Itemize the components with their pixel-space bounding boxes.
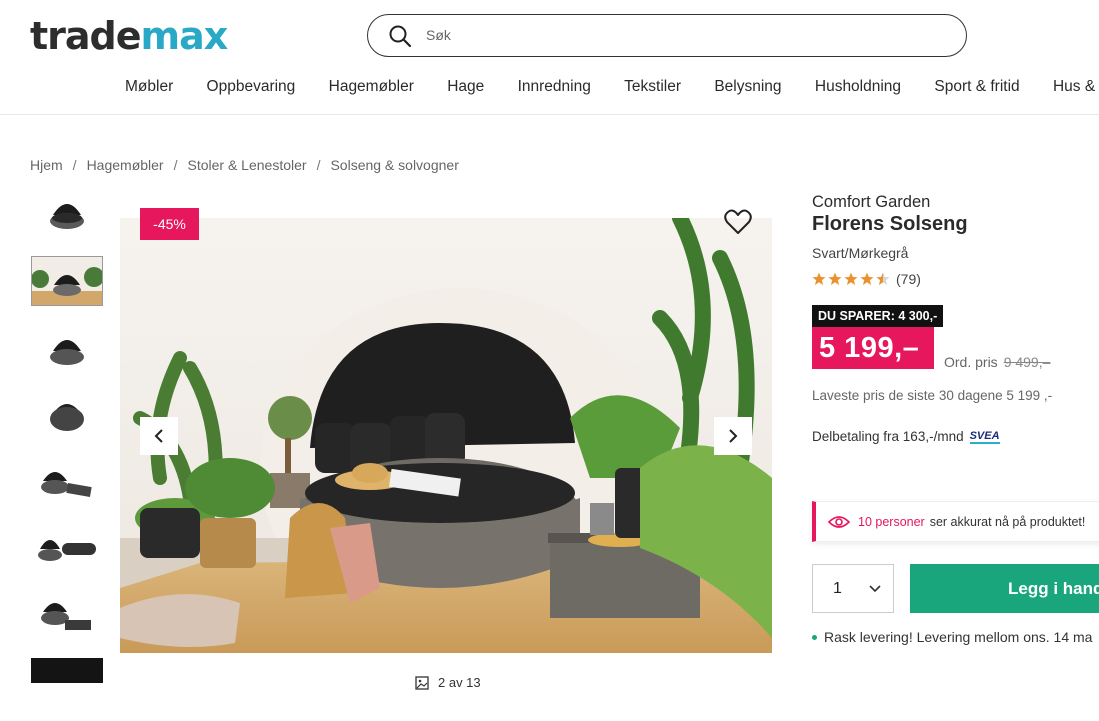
gallery-thumbnail-active[interactable] [31,256,103,306]
quantity-value: 1 [833,579,842,597]
gallery-thumbnail[interactable] [31,188,103,238]
wishlist-heart-icon[interactable] [723,208,753,236]
add-to-cart-label: Legg i handl [1008,578,1099,598]
delivery-status-dot [812,634,817,640]
gallery-thumbnail[interactable] [31,589,103,639]
nav-item-tekstiler[interactable]: Tekstiler [624,78,681,96]
chevron-down-icon [869,584,881,592]
original-price-value: 9 499,– [1003,354,1051,370]
gallery-counter-text: 2 av 13 [438,675,481,690]
breadcrumb-stoler[interactable]: Stoler & Lenestoler [187,157,306,173]
installment-info[interactable]: Delbetaling fra 163,-/mnd SVEA [812,429,1000,444]
savings-badge: DU SPARER: 4 300,- [812,305,944,327]
add-to-cart-button[interactable]: Legg i handl [910,564,1099,613]
gallery-next-button[interactable] [714,417,752,455]
original-price-label: Ord. pris [944,354,998,370]
gallery-thumbnail[interactable] [31,522,103,572]
gallery-thumbnail[interactable] [31,388,103,438]
quantity-select[interactable]: 1 [812,564,894,613]
nav-item-husholdning[interactable]: Husholdning [815,78,901,96]
product-variant: Svart/Mørkegrå [812,245,909,261]
eye-icon [828,515,850,528]
lowest-price-note: Laveste pris de siste 30 dagene 5 199 ,- [812,388,1053,403]
breadcrumb: Hjem / Hagemøbler / Stoler & Lenestoler / Sols… [30,157,459,173]
header-divider [0,114,1099,115]
gallery-thumbnail-partial[interactable] [31,658,103,683]
nav-item-oppbevaring[interactable]: Oppbevaring [207,78,296,96]
breadcrumb-separator: / [72,157,77,173]
viewers-text: ser akkurat nå på produktet! [929,514,1086,529]
logo-text-trade: trade [30,14,142,58]
nav-item-belysning[interactable]: Belysning [714,78,781,96]
gallery-thumbnail[interactable] [31,456,103,506]
gallery-counter: 2 av 13 [415,675,481,690]
original-price: Ord. pris 9 499,– [944,354,1050,370]
delivery-text: Rask levering! Levering mellom ons. 14 m… [824,629,1093,645]
breadcrumb-separator: / [316,157,321,173]
image-icon [415,675,429,690]
product-main-image[interactable] [120,218,772,653]
product-rating[interactable]: (79) [812,271,921,287]
rating-stars-icon [812,272,890,285]
breadcrumb-home[interactable]: Hjem [30,157,63,173]
installment-text: Delbetaling fra 163,-/mnd [812,429,964,444]
search-bar[interactable] [367,14,967,57]
chevron-right-icon [729,429,738,443]
chevron-left-icon [154,429,163,443]
main-navigation: Møbler Oppbevaring Hagemøbler Hage Innre… [125,78,1099,96]
gallery-thumbnail[interactable] [31,322,103,372]
viewers-notice: 10 personer ser akkurat nå på produktet! [812,501,1099,542]
breadcrumb-separator: / [173,157,178,173]
breadcrumb-hagemobler[interactable]: Hagemøbler [87,157,164,173]
nav-item-hus-og[interactable]: Hus & c [1053,78,1099,96]
nav-item-sport-fritid[interactable]: Sport & fritid [934,78,1019,96]
nav-item-innredning[interactable]: Innredning [518,78,591,96]
product-brand[interactable]: Comfort Garden [812,193,930,212]
product-title: Florens Solseng [812,213,968,235]
current-price: 5 199,– [812,327,934,369]
review-count[interactable]: (79) [896,271,921,287]
discount-badge: -45% [140,208,199,240]
gallery-prev-button[interactable] [140,417,178,455]
nav-item-mobler[interactable]: Møbler [125,78,173,96]
svea-logo: SVEA [969,429,1000,444]
search-icon[interactable] [388,24,412,48]
logo-text-max: max [140,14,229,58]
viewers-count: 10 personer [858,514,925,529]
trademax-logo[interactable]: trademax [30,14,229,58]
nav-item-hagemobler[interactable]: Hagemøbler [329,78,414,96]
delivery-info: Rask levering! Levering mellom ons. 14 m… [812,629,1092,645]
search-input[interactable] [426,23,946,47]
breadcrumb-solseng[interactable]: Solseng & solvogner [330,157,458,173]
nav-item-hage[interactable]: Hage [447,78,484,96]
